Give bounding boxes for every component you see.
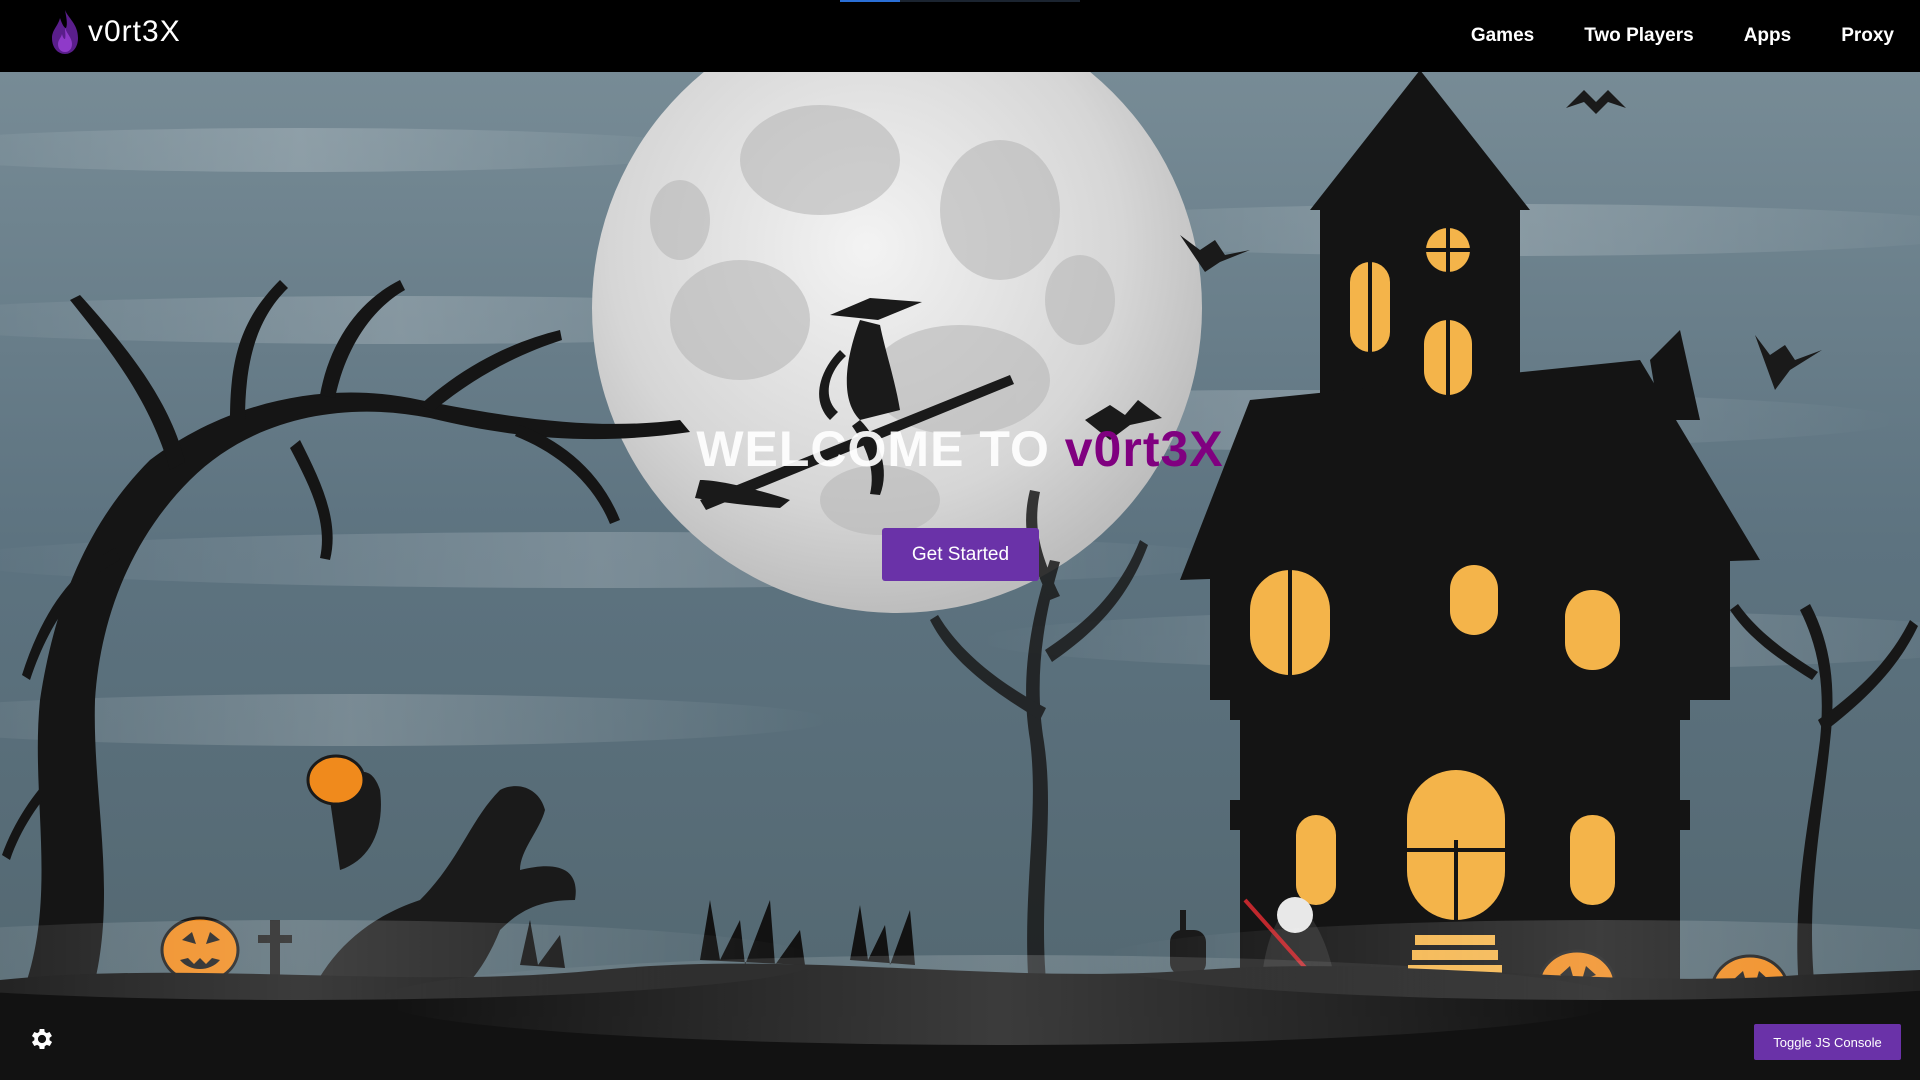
top-navbar: v0rt3X Games Two Players Apps Proxy <box>0 0 1920 72</box>
purple-flame-icon <box>52 10 78 54</box>
nav-item-two-players[interactable]: Two Players <box>1584 25 1693 47</box>
hero-title: WELCOME TO v0rt3X <box>0 420 1920 478</box>
page-loading-bar <box>840 0 1080 2</box>
nav-item-games[interactable]: Games <box>1471 25 1534 47</box>
page-loading-bar-fill <box>840 0 900 2</box>
hero-title-brand: v0rt3X <box>1064 421 1224 477</box>
brand-name: v0rt3X <box>88 15 181 48</box>
get-started-button[interactable]: Get Started <box>882 528 1039 581</box>
gear-icon <box>31 1028 53 1050</box>
nav-item-apps[interactable]: Apps <box>1744 25 1792 47</box>
brand-home-link[interactable]: v0rt3X <box>48 8 181 56</box>
floating-pumpkin-head <box>306 754 366 806</box>
hero-title-prefix: WELCOME TO <box>696 421 1065 477</box>
toggle-js-console-button[interactable]: Toggle JS Console <box>1754 1024 1901 1060</box>
nav-links: Games Two Players Apps Proxy <box>1421 0 1894 72</box>
nav-item-proxy[interactable]: Proxy <box>1841 25 1894 47</box>
settings-button[interactable] <box>28 1025 56 1053</box>
